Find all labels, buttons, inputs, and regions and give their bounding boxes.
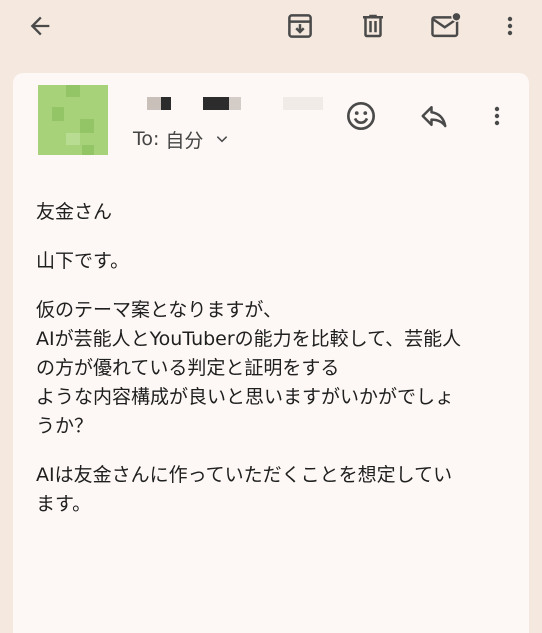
archive-button[interactable] xyxy=(278,6,322,46)
recipient-dropdown[interactable]: To: 自分 xyxy=(133,125,229,153)
body-paragraph-intro: 山下です。 xyxy=(36,250,130,272)
archive-icon xyxy=(288,14,312,38)
trash-icon xyxy=(363,14,383,38)
back-button[interactable] xyxy=(18,6,62,46)
recipient-name: 自分 xyxy=(165,129,204,152)
message-body: 友金さん 山下です。 仮のテーマ案となりますが、 AIが芸能人とYouTuber… xyxy=(36,198,516,539)
arrow-back-icon xyxy=(30,16,50,36)
avatar[interactable] xyxy=(38,85,108,155)
chevron-down-icon xyxy=(215,132,229,146)
body-paragraph-closing: AIは友金さんに作っていただくことを想定してい ます。 xyxy=(36,464,453,515)
mark-unread-button[interactable] xyxy=(424,6,468,46)
recipient-prefix: To: xyxy=(133,128,160,150)
message-card: To: 自分 友金さん 山下です。 仮のテーマ案となりますが、 AIが芸能人とY… xyxy=(13,73,529,633)
mail-unread-icon xyxy=(431,11,462,38)
delete-button[interactable] xyxy=(351,6,395,46)
message-more-button[interactable] xyxy=(476,95,518,137)
top-app-bar xyxy=(0,0,542,60)
more-options-button[interactable] xyxy=(488,6,532,46)
smiley-icon xyxy=(347,102,375,130)
add-reaction-button[interactable] xyxy=(340,95,382,137)
reply-button[interactable] xyxy=(413,95,455,137)
more-vert-icon xyxy=(507,16,513,36)
body-paragraph-greeting: 友金さん xyxy=(36,201,113,223)
sender-name xyxy=(133,93,343,113)
more-vert-icon xyxy=(494,106,500,126)
reply-icon xyxy=(421,106,447,128)
body-paragraph-proposal: 仮のテーマ案となりますが、 AIが芸能人とYouTuberの能力を比較して、芸能… xyxy=(36,299,462,437)
